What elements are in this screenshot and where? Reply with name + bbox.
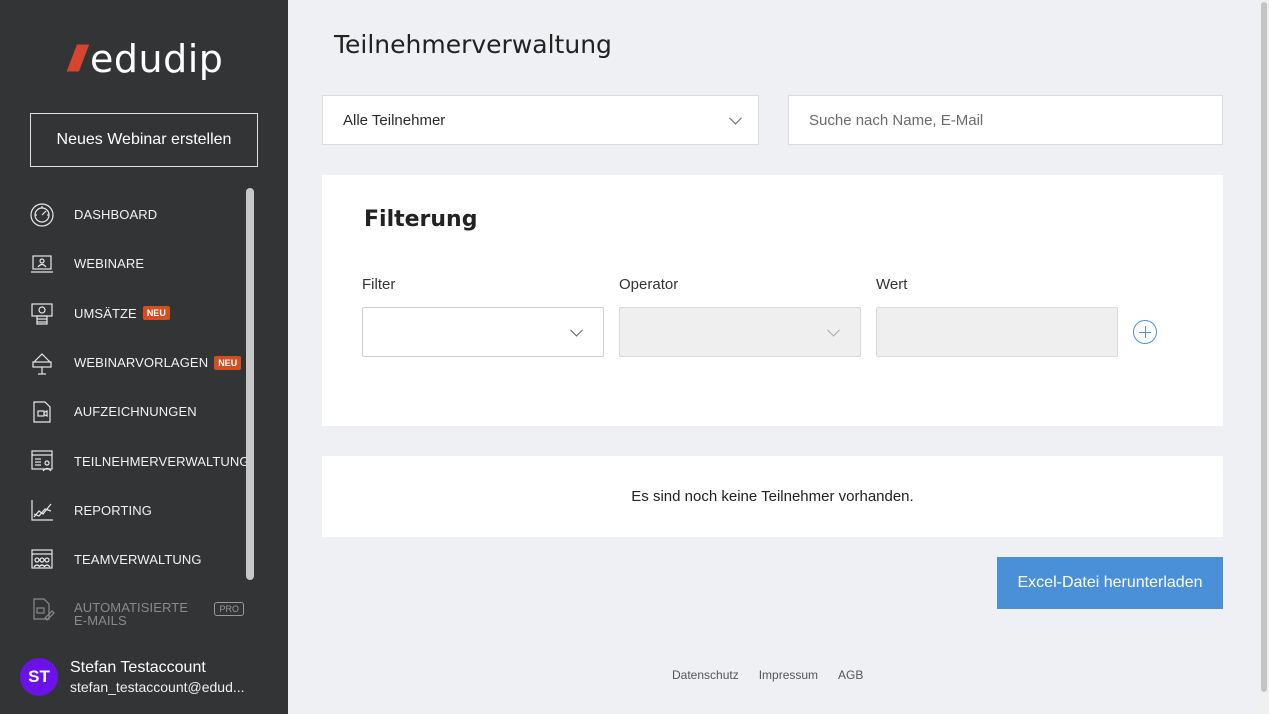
sidebar-item-label: REPORTING — [74, 502, 152, 518]
webinar-laptop-icon — [28, 250, 56, 278]
empty-state-message: Es sind noch keine Teilnehmer vorhanden. — [631, 488, 914, 505]
sidebar-item-label: DASHBOARD — [74, 207, 158, 223]
recording-file-icon — [28, 398, 56, 426]
value-label: Wert — [876, 276, 908, 293]
sidebar-nav: DASHBOARD WEBINARE UMSÄTZE NEU WEBINARVO… — [0, 190, 250, 630]
automated-email-icon — [28, 595, 56, 623]
participant-filter-select[interactable]: Alle Teilnehmer — [322, 95, 759, 145]
sidebar-item-umsaetze[interactable]: UMSÄTZE NEU — [0, 289, 250, 338]
sidebar-item-label: TEAMVERWALTUNG — [74, 552, 202, 568]
user-profile[interactable]: ST Stefan Testaccount stefan_testaccount… — [0, 640, 288, 714]
user-name: Stefan Testaccount — [70, 659, 206, 676]
sidebar-item-aufzeichnungen[interactable]: AUFZEICHNUNGEN — [0, 387, 250, 436]
add-filter-plus-icon[interactable] — [1133, 320, 1157, 344]
footer-link-imprint[interactable]: Impressum — [759, 668, 818, 682]
new-badge: NEU — [214, 355, 242, 370]
excel-download-button[interactable]: Excel-Datei herunterladen — [997, 557, 1223, 609]
page-scrollbar[interactable] — [1259, 0, 1269, 714]
template-stage-icon — [28, 349, 56, 377]
sidebar-item-automatisierte-emails[interactable]: AUTOMATISIERTE E-MAILS PRO — [0, 584, 250, 630]
user-email: stefan_testaccount@edud... — [70, 679, 245, 695]
chevron-down-icon — [729, 111, 742, 125]
logo-slashes: /// — [68, 38, 86, 79]
footer: Datenschutz Impressum AGB — [672, 668, 863, 682]
sidebar-item-label: UMSÄTZE — [74, 305, 137, 321]
sidebar-item-label: WEBINARE — [74, 256, 145, 272]
filter-select[interactable] — [362, 307, 604, 357]
sidebar-item-webinarvorlagen[interactable]: WEBINARVORLAGEN NEU — [0, 338, 250, 387]
pro-badge: PRO — [214, 602, 244, 617]
revenue-money-icon — [28, 299, 56, 327]
sidebar-scrollbar[interactable] — [246, 188, 254, 580]
page-scrollbar-thumb[interactable] — [1261, 2, 1267, 692]
sidebar: /// edudip Neues Webinar erstellen DASHB… — [0, 0, 288, 714]
participants-list-icon — [28, 447, 56, 475]
page-title: Teilnehmerverwaltung — [334, 30, 612, 59]
reporting-chart-icon — [28, 496, 56, 524]
sidebar-item-reporting[interactable]: REPORTING — [0, 486, 250, 535]
new-badge: NEU — [142, 306, 170, 321]
dashboard-gauge-icon — [28, 201, 56, 229]
operator-select — [619, 307, 861, 357]
sidebar-item-label: AUTOMATISIERTE E-MAILS — [74, 601, 189, 628]
sidebar-item-webinare[interactable]: WEBINARE — [0, 239, 250, 288]
sidebar-item-teamverwaltung[interactable]: TEAMVERWALTUNG — [0, 535, 250, 584]
footer-link-terms[interactable]: AGB — [838, 668, 863, 682]
team-icon — [28, 546, 56, 574]
value-input — [876, 307, 1118, 357]
footer-link-privacy[interactable]: Datenschutz — [672, 668, 739, 682]
sidebar-item-label: AUFZEICHNUNGEN — [74, 404, 197, 420]
operator-label: Operator — [619, 276, 679, 293]
avatar: ST — [20, 658, 58, 696]
new-webinar-button[interactable]: Neues Webinar erstellen — [30, 113, 258, 167]
filter-title: Filterung — [364, 207, 478, 232]
participant-filter-value: Alle Teilnehmer — [343, 111, 446, 129]
logo-wordmark: edudip — [90, 37, 224, 81]
sidebar-item-label: WEBINARVORLAGEN — [74, 355, 209, 371]
edudip-logo[interactable]: /// edudip — [68, 36, 223, 82]
sidebar-item-dashboard[interactable]: DASHBOARD — [0, 190, 250, 239]
sidebar-item-teilnehmerverwaltung[interactable]: TEILNEHMERVERWALTUNG — [0, 436, 250, 485]
chevron-down-icon — [827, 323, 840, 337]
sidebar-item-label: TEILNEHMERVERWALTUNG — [74, 453, 250, 469]
chevron-down-icon — [570, 323, 583, 337]
filter-label: Filter — [362, 276, 396, 293]
search-input[interactable] — [788, 95, 1223, 145]
